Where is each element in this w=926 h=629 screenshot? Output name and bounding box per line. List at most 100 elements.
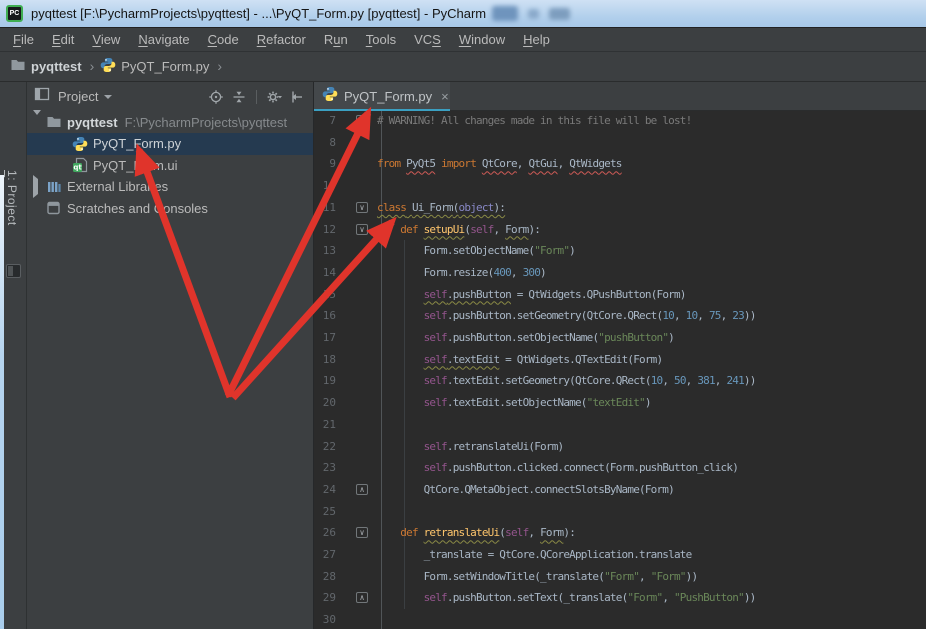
code-line-12: def setupUi(self, Form): [377,219,540,241]
line-number: 30 [314,609,336,629]
menu-file[interactable]: File [4,28,43,51]
window-title: pyqttest [F:\PycharmProjects\pyqttest] -… [31,6,486,21]
menu-vcs[interactable]: VCS [405,28,450,51]
menu-run[interactable]: Run [315,28,357,51]
line-number: 27 [314,544,336,566]
project-panel: Project pyqttest F:\PycharmProjects\pyqtt… [27,82,313,629]
editor-tab-label: PyQT_Form.py [344,89,432,104]
collapse-all-icon[interactable] [231,89,247,105]
breadcrumb-separator: › [217,58,222,74]
code-line-24: QtCore.QMetaObject.connectSlotsByName(Fo… [377,479,674,501]
line-number: 18 [314,349,336,371]
tree-item-scratches-and-consoles[interactable]: Scratches and Consoles [27,197,313,219]
breadcrumb-pyqttest[interactable]: pyqttest [10,57,82,76]
menu-help[interactable]: Help [514,28,559,51]
breadcrumb-separator: › [90,58,95,74]
tree-item-pyqt-form-ui[interactable]: qt PyQT_Form.ui [27,154,313,176]
tree-item-label: Scratches and Consoles [67,201,208,216]
folder-icon [10,57,26,76]
project-panel-icon [34,86,50,107]
pycharm-logo-icon: PC [6,5,23,22]
line-number: 14 [314,262,336,284]
code-line-7: # WARNING! All changes made in this file… [377,111,691,132]
line-number: 20 [314,392,336,414]
line-number: 25 [314,501,336,523]
project-tree: pyqttest F:\PycharmProjects\pyqttest PyQT_… [27,110,313,629]
navigation-breadcrumb-bar: pyqttest › PyQT_Form.py › [0,52,926,82]
window-title-bar: PC pyqttest [F:\PycharmProjects\pyqttest… [0,0,926,28]
menu-window[interactable]: Window [450,28,514,51]
code-line-22: self.retranslateUi(Form) [377,436,563,458]
tree-item-label: PyQT_Form.ui [93,158,178,173]
line-number: 19 [314,370,336,392]
menu-refactor[interactable]: Refactor [248,28,315,51]
code-line-14: Form.resize(400, 300) [377,262,546,284]
folder-icon [46,114,62,130]
fold-end-icon[interactable]: ∧ [356,484,368,495]
code-editor[interactable]: 7 ∨ # WARNING! All changes made in this fi… [314,111,926,629]
menu-navigate[interactable]: Navigate [129,28,198,51]
fold-start-icon[interactable]: ∨ [356,115,368,126]
code-line-13: Form.setObjectName("Form") [377,240,575,262]
line-number: 16 [314,305,336,327]
code-line-28: Form.setWindowTitle(_translate("Form", "… [377,566,697,588]
line-number: 26 [314,522,336,544]
fold-start-icon[interactable]: ∨ [356,202,368,213]
menu-code[interactable]: Code [199,28,248,51]
tree-item-path: F:\PycharmProjects\pyqttest [125,115,288,130]
locate-target-icon[interactable] [208,89,224,105]
line-number: 24 [314,479,336,501]
code-line-18: self.textEdit = QtWidgets.QTextEdit(Form… [377,349,662,371]
chevron-down-icon[interactable] [104,95,112,99]
code-line-11: class Ui_Form(object): [377,197,505,219]
code-line-16: self.pushButton.setGeometry(QtCore.QRect… [377,305,756,327]
blurred-titlebar-icon [492,6,518,21]
code-line-17: self.pushButton.setObjectName("pushButto… [377,327,674,349]
line-number: 22 [314,436,336,458]
line-number: 8 [314,132,336,154]
line-number: 13 [314,240,336,262]
tree-collapsed-icon[interactable] [33,179,42,194]
line-number: 23 [314,457,336,479]
line-number: 29 [314,587,336,609]
line-number: 15 [314,284,336,306]
svg-text:qt: qt [73,164,82,172]
tab-close-icon[interactable]: × [441,90,449,103]
fold-start-icon[interactable]: ∨ [356,224,368,235]
tree-item-pyqt-form-py[interactable]: PyQT_Form.py [27,133,313,155]
tree-item-pyqttest[interactable]: pyqttest F:\PycharmProjects\pyqttest [27,111,313,133]
hide-panel-icon[interactable] [289,89,305,105]
line-number: 21 [314,414,336,436]
libraries-icon [46,179,62,195]
editor-tab-bar: PyQT_Form.py × [314,82,926,111]
settings-gear-icon[interactable] [266,89,282,105]
breadcrumb-pyqt_form.py[interactable]: PyQT_Form.py [100,57,209,76]
line-number: 7 [314,111,336,132]
fold-end-icon[interactable]: ∧ [356,592,368,603]
tree-item-label: PyQT_Form.py [93,136,181,151]
line-number: 9 [314,153,336,175]
tree-item-label: pyqttest [67,115,118,130]
left-tool-window-stripe: 1: Project [0,82,27,629]
menu-view[interactable]: View [83,28,129,51]
window-border-left [0,175,4,629]
scratches-icon [46,200,62,216]
blurred-titlebar-icon [528,9,539,19]
menu-edit[interactable]: Edit [43,28,83,51]
project-tool-window-icon[interactable] [6,264,21,278]
project-panel-title[interactable]: Project [58,89,98,104]
code-line-19: self.textEdit.setGeometry(QtCore.QRect(1… [377,370,756,392]
tree-expanded-icon[interactable] [33,115,42,130]
menu-tools[interactable]: Tools [357,28,405,51]
code-line-27: _translate = QtCore.QCoreApplication.tra… [377,544,691,566]
editor-tab-pyqt-form[interactable]: PyQT_Form.py × [314,82,450,111]
tree-item-external-libraries[interactable]: External Libraries [27,176,313,198]
project-panel-header: Project [27,82,313,111]
code-line-20: self.textEdit.setObjectName("textEdit") [377,392,651,414]
line-number: 28 [314,566,336,588]
fold-start-icon[interactable]: ∨ [356,527,368,538]
menu-bar: FileEditViewNavigateCodeRefactorRunTools… [0,28,926,52]
code-line-29: self.pushButton.setText(_translate("Form… [377,587,756,609]
code-line-23: self.pushButton.clicked.connect(Form.pus… [377,457,738,479]
tool-window-button-project[interactable]: 1: Project [5,170,19,226]
